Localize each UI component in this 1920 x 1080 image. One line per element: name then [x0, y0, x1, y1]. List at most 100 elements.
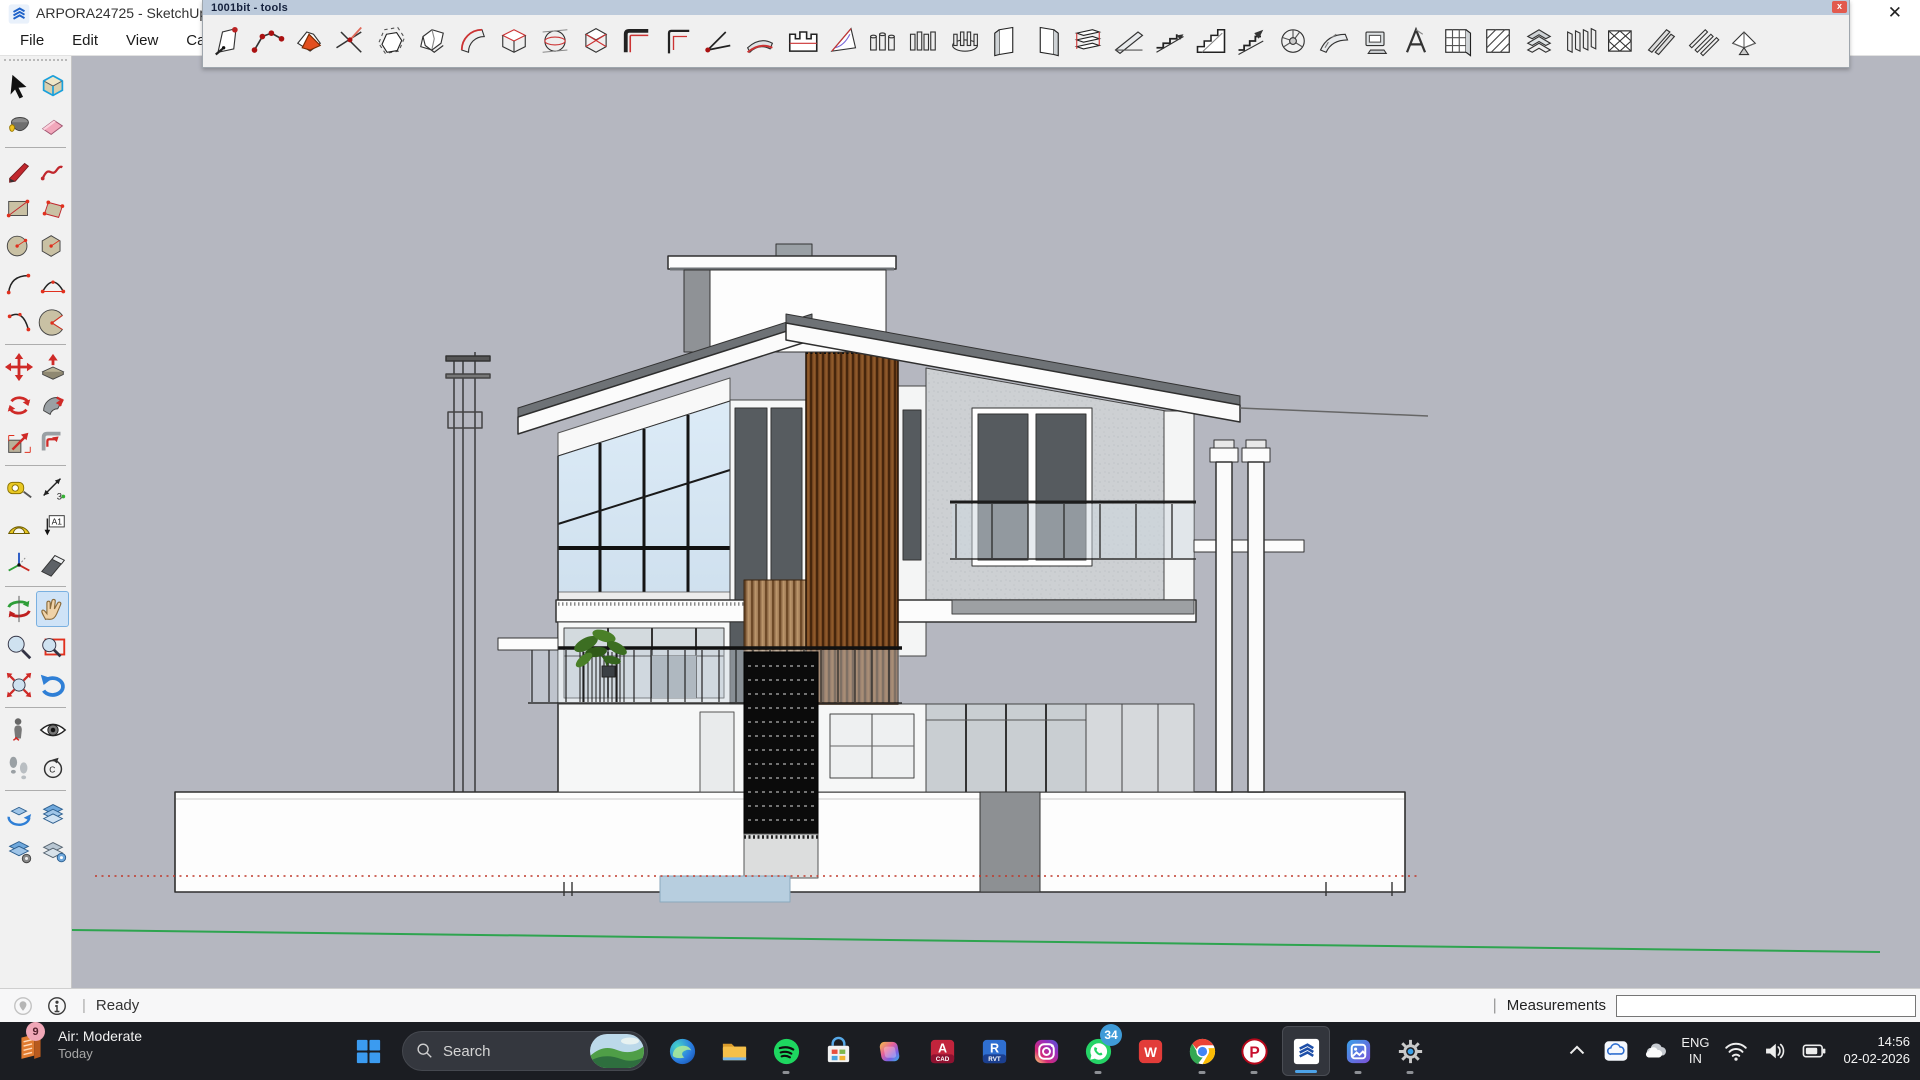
axes-tool-button[interactable] [2, 546, 35, 582]
1001bit-door-leaf-icon[interactable] [985, 18, 1026, 64]
sketchup-taskbar-icon[interactable] [1282, 1026, 1330, 1076]
battery-icon[interactable] [1801, 1038, 1827, 1064]
scale-tool-button[interactable] [2, 425, 35, 461]
menu-edit[interactable]: Edit [58, 32, 112, 49]
layers-refresh-tool-button[interactable] [2, 795, 35, 831]
explorer-taskbar-icon[interactable] [710, 1026, 758, 1076]
window-close-button[interactable]: ✕ [1888, 3, 1902, 23]
search-highlight-image[interactable] [590, 1034, 644, 1068]
1001bit-rafters-icon[interactable] [1641, 18, 1682, 64]
three-point-arc-tool-button[interactable] [2, 304, 35, 340]
1001bit-snap-lines-icon[interactable] [329, 18, 370, 64]
1001bit-rafters-alt-icon[interactable] [1682, 18, 1723, 64]
instagram-taskbar-icon[interactable] [1022, 1026, 1070, 1076]
1001bit-shelf-stack-icon[interactable] [1067, 18, 1108, 64]
text-tool-button[interactable]: A1 [36, 508, 69, 544]
1001bit-building-block-icon[interactable] [780, 18, 821, 64]
menu-view[interactable]: View [112, 32, 172, 49]
move-tool-button[interactable] [2, 349, 35, 385]
1001bit-columns-row-icon[interactable] [862, 18, 903, 64]
menu-file[interactable]: File [6, 32, 58, 49]
orbit-tool-button[interactable] [2, 591, 35, 627]
layers-stack-tool-button[interactable] [36, 795, 69, 831]
whatsapp-taskbar-icon[interactable]: 34 [1074, 1026, 1122, 1076]
1001bit-corner-flashing-icon[interactable] [616, 18, 657, 64]
1001bit-staircase-icon[interactable] [1190, 18, 1231, 64]
eraser-tool-button[interactable] [36, 107, 69, 143]
1001bit-columns-ring-icon[interactable] [944, 18, 985, 64]
line-tool-button[interactable] [2, 152, 35, 188]
plugin-toolbar-titlebar[interactable]: 1001bit - tools x [203, 0, 1849, 15]
1001bit-polyline-vertices-icon[interactable] [247, 18, 288, 64]
push-pull-tool-button[interactable] [36, 349, 69, 385]
pinterest-taskbar-icon[interactable]: P [1230, 1026, 1278, 1076]
wifi-icon[interactable] [1723, 1038, 1749, 1064]
look-around-tool-button[interactable] [36, 712, 69, 748]
measurements-input[interactable] [1616, 995, 1916, 1017]
circle-tool-button[interactable] [2, 228, 35, 264]
wps-taskbar-icon[interactable]: W [1126, 1026, 1174, 1076]
rotated-rectangle-tool-button[interactable] [36, 190, 69, 226]
toolbar-drag-handle[interactable] [4, 59, 67, 65]
1001bit-box-cross-icon[interactable] [575, 18, 616, 64]
1001bit-box-top-icon[interactable] [493, 18, 534, 64]
make-component-tool-button[interactable] [36, 69, 69, 105]
pan-tool-button[interactable] [36, 591, 69, 627]
1001bit-window-panel-icon[interactable] [1354, 18, 1395, 64]
layers-stack-alt-tool-button[interactable] [2, 833, 35, 869]
offset-tool-button[interactable] [36, 425, 69, 461]
arc-tool-button[interactable] [2, 266, 35, 302]
1001bit-door-leaf-alt-icon[interactable] [1026, 18, 1067, 64]
position-camera-tool-button[interactable] [2, 712, 35, 748]
1001bit-curved-wall-icon[interactable] [739, 18, 780, 64]
credits-info-icon[interactable] [46, 995, 68, 1017]
onedrive-icon[interactable] [1603, 1038, 1629, 1064]
1001bit-angle-measure-icon[interactable] [698, 18, 739, 64]
photos-taskbar-icon[interactable] [1334, 1026, 1382, 1076]
1001bit-lattice-icon[interactable] [1600, 18, 1641, 64]
1001bit-folded-plate-icon[interactable] [1723, 18, 1764, 64]
rectangle-tool-button[interactable] [2, 190, 35, 226]
spotify-taskbar-icon[interactable] [762, 1026, 810, 1076]
1001bit-curved-ramp-icon[interactable] [1313, 18, 1354, 64]
chrome-taskbar-icon[interactable] [1178, 1026, 1226, 1076]
edge-taskbar-icon[interactable] [658, 1026, 706, 1076]
zoom-tool-button[interactable] [2, 629, 35, 665]
polygon-tool-button[interactable] [36, 228, 69, 264]
1001bit-extrude-polygon-icon[interactable] [411, 18, 452, 64]
1001bit-vertical-louvers-icon[interactable] [1559, 18, 1600, 64]
start-button[interactable] [344, 1026, 392, 1076]
freehand-tool-button[interactable] [36, 152, 69, 188]
1001bit-sail-panel-icon[interactable] [821, 18, 862, 64]
1001bit-offset-polygon-icon[interactable] [370, 18, 411, 64]
plugin-toolbar-close-button[interactable]: x [1832, 1, 1847, 13]
1001bit-corner-profile-icon[interactable] [657, 18, 698, 64]
autocad-taskbar-icon[interactable]: ACAD [918, 1026, 966, 1076]
1001bit-stair-landing-icon[interactable] [1231, 18, 1272, 64]
paint-bucket-tool-button[interactable] [2, 107, 35, 143]
previous-view-tool-button[interactable] [36, 667, 69, 703]
1001bit-chevron-louvers-icon[interactable] [1518, 18, 1559, 64]
layers-settings-tool-button[interactable] [36, 833, 69, 869]
turn-tool-button[interactable]: C [36, 750, 69, 786]
1001bit-hatch-panel-icon[interactable] [1477, 18, 1518, 64]
zoom-extents-tool-button[interactable] [2, 667, 35, 703]
1001bit-grille-panel-icon[interactable] [1436, 18, 1477, 64]
tape-measure-tool-button[interactable] [2, 470, 35, 506]
copilot-taskbar-icon[interactable] [866, 1026, 914, 1076]
1001bit-crumple-surface-icon[interactable] [288, 18, 329, 64]
two-point-arc-tool-button[interactable] [36, 266, 69, 302]
tray-chevron-up-icon[interactable] [1564, 1038, 1590, 1064]
volume-icon[interactable] [1762, 1038, 1788, 1064]
weather-cloud-icon[interactable] [1642, 1038, 1668, 1064]
1001bit-extrude-face-icon[interactable] [206, 18, 247, 64]
pie-tool-button[interactable] [36, 304, 69, 340]
section-plane-tool-button[interactable] [36, 546, 69, 582]
revit-taskbar-icon[interactable]: RRVT [970, 1026, 1018, 1076]
1001bit-stair-flight-icon[interactable] [1149, 18, 1190, 64]
dimensions-tool-button[interactable]: 3 [36, 470, 69, 506]
1001bit-sphere-box-icon[interactable] [534, 18, 575, 64]
store-taskbar-icon[interactable] [814, 1026, 862, 1076]
1001bit-columns-cluster-icon[interactable] [903, 18, 944, 64]
walk-tool-button[interactable] [2, 750, 35, 786]
